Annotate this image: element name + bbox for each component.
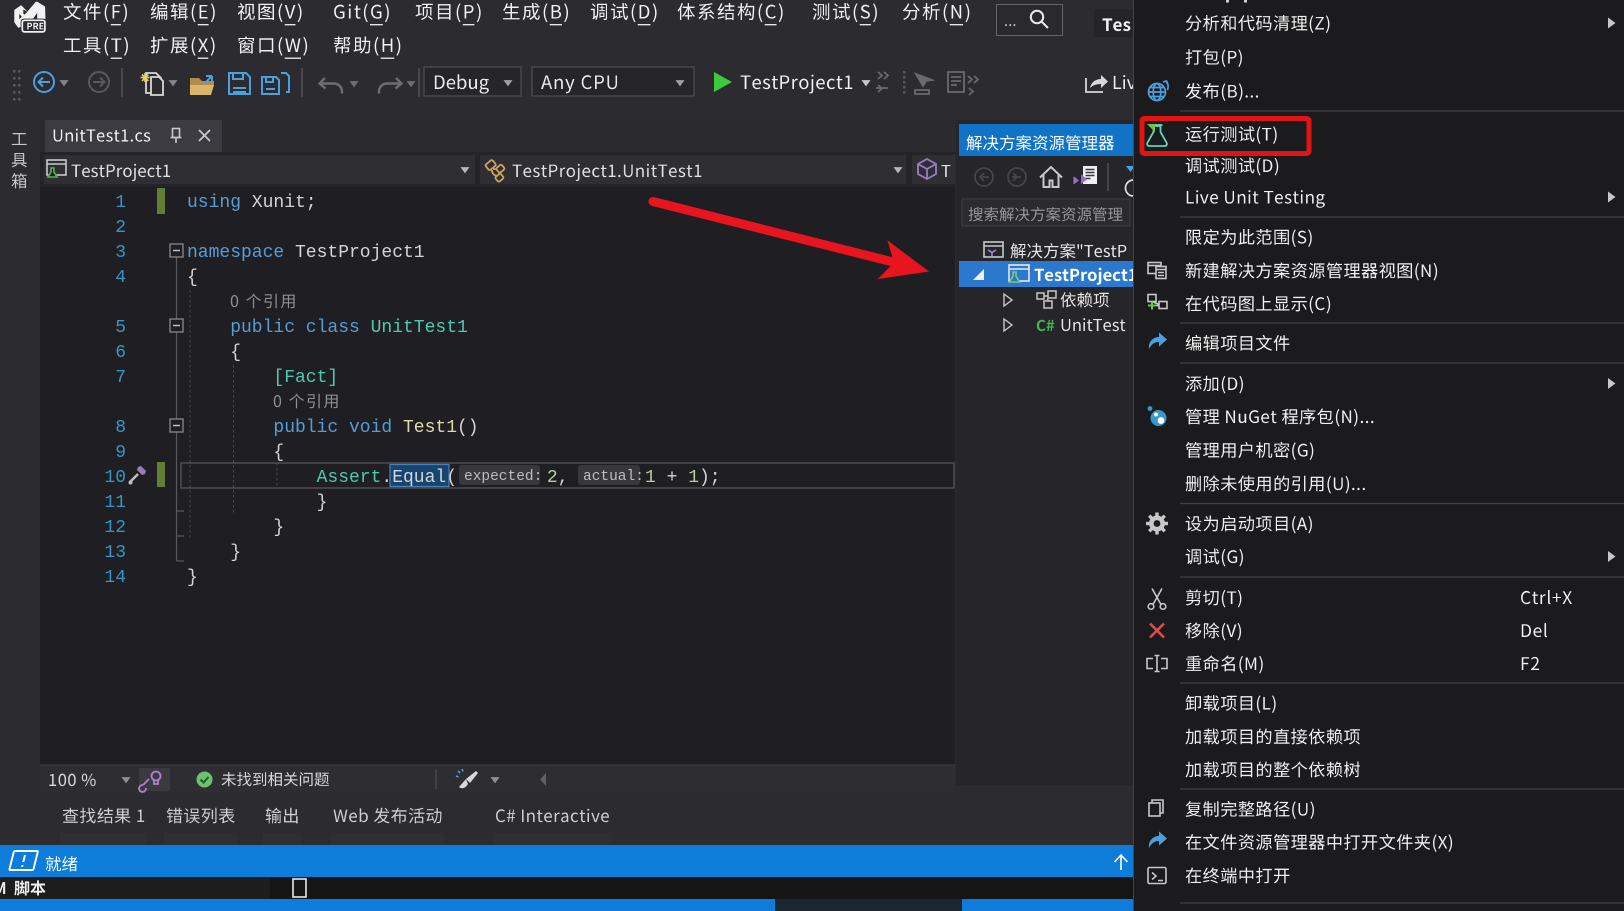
svg-text:11: 11: [104, 493, 126, 513]
svg-text:1: 1: [645, 468, 656, 488]
svg-text:}: }: [187, 493, 327, 513]
svg-text:1: 1: [115, 193, 126, 213]
svg-text:10: 10: [104, 468, 126, 488]
svg-text:14: 14: [104, 568, 126, 588]
svg-text:{: {: [187, 343, 241, 363]
svg-text:namespace: namespace: [187, 243, 284, 263]
svg-text:9: 9: [115, 443, 126, 463]
svg-text:2: 2: [115, 218, 126, 238]
svg-text:3: 3: [115, 243, 126, 263]
svg-text:public void: public void: [273, 418, 392, 438]
svg-text:.: .: [381, 468, 392, 488]
svg-text:}: }: [187, 568, 198, 588]
svg-text:TestProject1: TestProject1: [284, 243, 424, 263]
svg-text:+: +: [656, 468, 688, 488]
svg-text:5: 5: [115, 318, 126, 338]
svg-text:1: 1: [688, 468, 699, 488]
svg-text:2: 2: [547, 468, 558, 488]
svg-text:actual:: actual:: [583, 469, 644, 485]
svg-text:public class: public class: [230, 318, 360, 338]
svg-text:12: 12: [104, 518, 126, 538]
svg-text:8: 8: [115, 418, 126, 438]
svg-text:[Fact]: [Fact]: [273, 368, 338, 388]
svg-text:}: }: [187, 543, 241, 563]
svg-text:6: 6: [115, 343, 126, 363]
svg-text:);: );: [699, 468, 721, 488]
svg-text:(: (: [446, 468, 457, 488]
svg-text:(): (): [457, 418, 479, 438]
svg-text:Test1: Test1: [403, 418, 457, 438]
svg-text:Assert: Assert: [317, 468, 382, 488]
svg-text:13: 13: [104, 543, 126, 563]
svg-text:,: ,: [558, 468, 569, 488]
svg-text:}: }: [187, 518, 284, 538]
svg-text:{: {: [187, 268, 198, 288]
svg-text:expected:: expected:: [464, 469, 542, 485]
svg-text:UnitTest1: UnitTest1: [371, 318, 468, 338]
svg-text:Equal: Equal: [392, 468, 446, 488]
svg-text:7: 7: [115, 368, 126, 388]
svg-text:Xunit;: Xunit;: [241, 193, 317, 213]
svg-text:{: {: [187, 443, 284, 463]
svg-text:using: using: [187, 193, 241, 213]
svg-text:4: 4: [115, 268, 126, 288]
